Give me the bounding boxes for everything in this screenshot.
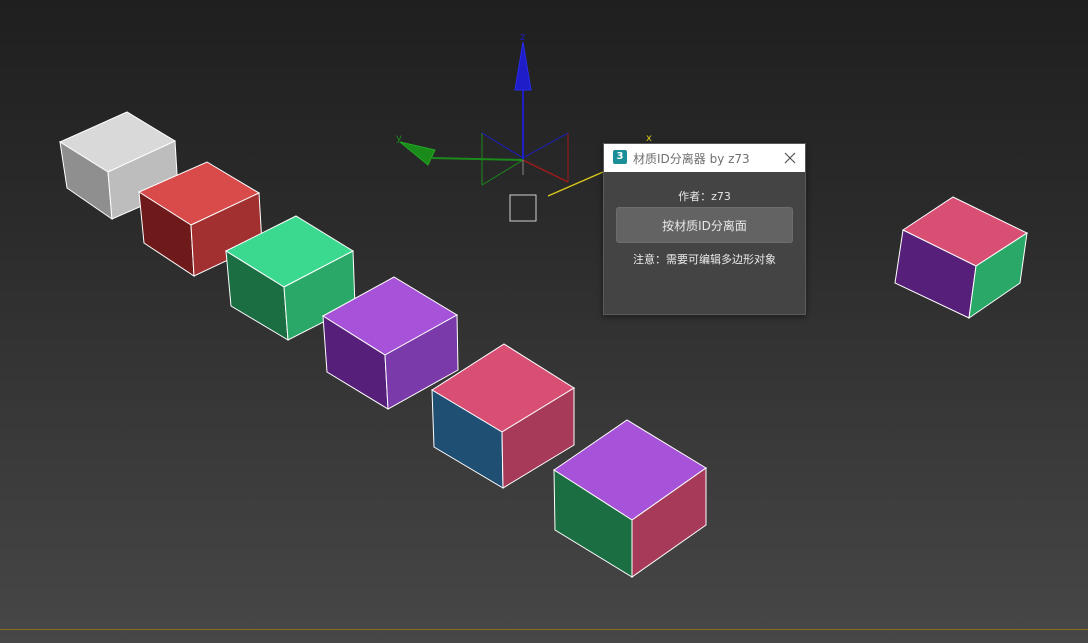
- x-axis-line[interactable]: [522, 159, 569, 183]
- dialog-titlebar[interactable]: 3 材质ID分离器 by z73: [604, 144, 805, 172]
- app-icon: 3: [613, 150, 627, 164]
- timeline-border: [0, 629, 1088, 630]
- cube-isolated[interactable]: [894, 196, 1029, 320]
- material-id-splitter-dialog: 3 材质ID分离器 by z73 作者：z73 按材质ID分离面 注意：需要可编…: [603, 143, 806, 315]
- z-axis-arrow[interactable]: [514, 41, 532, 91]
- y-axis-label: y: [396, 133, 402, 144]
- author-label: 作者：z73: [678, 190, 731, 203]
- y-axis-arrow[interactable]: [399, 141, 436, 166]
- close-button[interactable]: [780, 148, 800, 168]
- viewport[interactable]: z y x 3 材质ID分离器 by z73 作者：z73 按材质ID分离面 注…: [0, 0, 1088, 643]
- close-icon: [784, 152, 796, 164]
- split-by-material-id-button[interactable]: 按材质ID分离面: [616, 207, 793, 243]
- y-axis-line[interactable]: [431, 157, 524, 161]
- pivot-square[interactable]: [509, 194, 537, 222]
- cube-purple-green[interactable]: [553, 419, 707, 578]
- note-label: 注意：需要可编辑多边形对象: [633, 253, 776, 266]
- z-axis-label: z: [520, 32, 525, 43]
- viewport-scene[interactable]: z y x: [0, 0, 1088, 643]
- dialog-title: 材质ID分离器 by z73: [633, 152, 750, 166]
